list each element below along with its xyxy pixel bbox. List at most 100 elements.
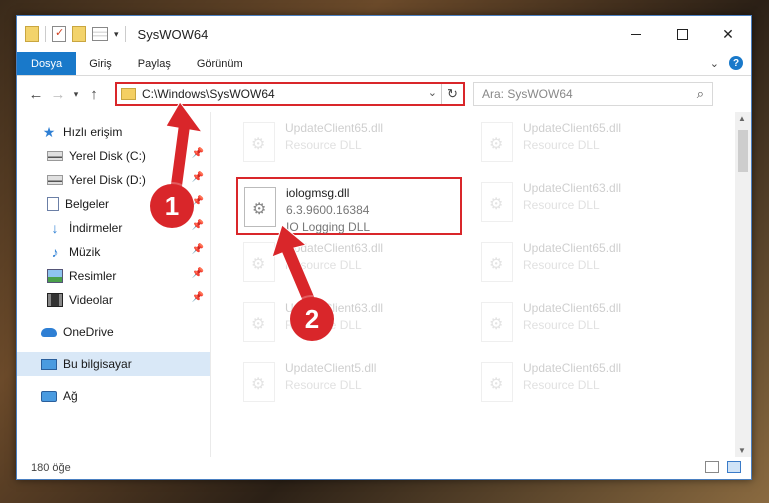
view-properties-icon[interactable]	[92, 27, 108, 41]
dll-file-icon	[481, 182, 513, 222]
window-controls: ✕	[613, 16, 751, 52]
file-name: UpdateClient5.dll	[285, 361, 377, 375]
dll-file-icon	[243, 302, 275, 342]
file-item[interactable]: UpdateClient65.dll Resource DLL	[475, 114, 701, 172]
tab-giris[interactable]: Giriş	[76, 52, 125, 75]
close-button[interactable]: ✕	[705, 16, 751, 52]
toolbar-divider	[45, 26, 46, 42]
help-icon[interactable]: ?	[729, 56, 743, 70]
address-bar[interactable]: C:\Windows\SysWOW64 ⌄ ↻	[115, 82, 465, 106]
sidebar-item-local-disk-d[interactable]: Yerel Disk (D:) 📌	[17, 168, 210, 192]
file-type: Resource DLL	[523, 258, 600, 272]
details-view-icon[interactable]	[705, 461, 719, 473]
file-item[interactable]: UpdateClient63.dll Resource DLL	[475, 174, 701, 232]
customize-toolbar-chevron-icon[interactable]: ▾	[114, 29, 119, 40]
videos-icon	[47, 293, 63, 307]
search-box[interactable]: ⌕	[473, 82, 713, 106]
scroll-up-icon[interactable]: ▲	[738, 114, 746, 123]
pin-icon[interactable]: 📌	[192, 172, 204, 183]
folder-small-icon	[25, 26, 39, 42]
file-type: Resource DLL	[523, 138, 600, 152]
tiles-view-icon[interactable]	[727, 461, 741, 473]
pin-icon[interactable]: 📌	[192, 148, 204, 159]
file-type: Resource DLL	[285, 378, 362, 392]
explorer-window: ▾ SysWOW64 ✕ Dosya Giriş Paylaş Görünüm …	[16, 15, 752, 480]
file-name: UpdateClient63.dll	[285, 241, 384, 255]
content-area: ★ Hızlı erişim Yerel Disk (C:) 📌 Yerel D…	[17, 112, 751, 457]
folder-icon	[121, 88, 136, 100]
file-type: Resource DLL	[285, 258, 362, 272]
window-title: SysWOW64	[137, 26, 209, 42]
file-type: Resource DLL	[523, 318, 600, 332]
pin-icon[interactable]: 📌	[192, 196, 204, 207]
scroll-down-icon[interactable]: ▼	[738, 446, 746, 455]
toolbar-divider	[124, 26, 126, 42]
file-item[interactable]: UpdateClient63.dll Resource DLL	[237, 294, 463, 352]
documents-icon	[47, 197, 59, 211]
dll-file-icon	[481, 362, 513, 402]
sidebar-item-label: Resimler	[69, 269, 117, 283]
back-arrow-icon[interactable]: ←	[25, 86, 47, 103]
file-item-selected[interactable]: iologmsg.dll 6.3.9600.16384 IO Logging D…	[236, 177, 462, 235]
file-name: UpdateClient65.dll	[523, 301, 622, 315]
sidebar-item-local-disk-c[interactable]: Yerel Disk (C:) 📌	[17, 144, 210, 168]
scrollbar-thumb[interactable]	[738, 130, 748, 172]
properties-icon[interactable]	[52, 26, 66, 42]
file-item[interactable]: UpdateClient65.dll Resource DLL	[475, 354, 701, 412]
file-item[interactable]: UpdateClient65.dll Resource DLL	[475, 294, 701, 352]
ribbon-tabs: Dosya Giriş Paylaş Görünüm ⌄ ?	[17, 52, 751, 76]
sidebar-item-label: Videolar	[69, 293, 113, 307]
refresh-icon[interactable]: ↻	[441, 84, 463, 104]
sidebar-item-label: Bu bilgisayar	[63, 357, 132, 371]
file-type: Resource DLL	[285, 318, 362, 332]
dll-file-icon	[243, 122, 275, 162]
recent-locations-chevron-icon[interactable]: ▾	[69, 89, 83, 100]
file-type: Resource DLL	[285, 138, 362, 152]
pin-icon[interactable]: 📌	[192, 244, 204, 255]
maximize-button[interactable]	[659, 16, 705, 52]
pin-icon[interactable]: 📌	[192, 292, 204, 303]
quick-access-toolbar: ▾	[25, 26, 126, 42]
pictures-icon	[47, 269, 63, 283]
sidebar-item-music[interactable]: ♪ Müzik 📌	[17, 240, 210, 264]
file-item[interactable]: UpdateClient65.dll Resource DLL	[237, 114, 463, 172]
navigation-bar: ← → ▾ ↑ C:\Windows\SysWOW64 ⌄ ↻ ⌕	[17, 76, 751, 112]
pin-icon[interactable]: 📌	[192, 220, 204, 231]
tab-gorunum[interactable]: Görünüm	[184, 52, 256, 75]
sidebar-item-pictures[interactable]: Resimler 📌	[17, 264, 210, 288]
status-bar: 180 öğe	[17, 457, 751, 479]
address-path[interactable]: C:\Windows\SysWOW64	[142, 87, 275, 101]
tab-paylas[interactable]: Paylaş	[125, 52, 184, 75]
vertical-scrollbar[interactable]: ▲ ▼	[735, 112, 751, 457]
ribbon-right-controls: ⌄ ?	[710, 56, 743, 70]
sidebar-item-label: Ağ	[63, 389, 78, 403]
sidebar-item-videos[interactable]: Videolar 📌	[17, 288, 210, 312]
tab-dosya[interactable]: Dosya	[17, 52, 77, 75]
sidebar-item-this-pc[interactable]: Bu bilgisayar	[17, 352, 210, 376]
item-count: 180 öğe	[31, 462, 71, 474]
view-switcher	[705, 461, 741, 473]
sidebar-item-quick-access[interactable]: ★ Hızlı erişim	[17, 120, 210, 144]
sidebar-item-downloads[interactable]: ↓ İndirmeler 📌	[17, 216, 210, 240]
file-name: UpdateClient65.dll	[523, 361, 622, 375]
chevron-down-icon[interactable]: ⌄	[710, 57, 719, 70]
file-item[interactable]: UpdateClient5.dll Resource DLL	[237, 354, 463, 412]
disk-icon	[47, 175, 63, 185]
file-item[interactable]: UpdateClient65.dll Resource DLL	[475, 234, 701, 292]
dll-file-icon	[243, 362, 275, 402]
new-folder-icon[interactable]	[72, 26, 86, 42]
file-name: UpdateClient65.dll	[285, 121, 384, 135]
file-item[interactable]: UpdateClient63.dll Resource DLL	[237, 234, 463, 292]
file-version: 6.3.9600.16384	[286, 203, 370, 217]
up-arrow-icon[interactable]: ↑	[83, 86, 105, 103]
forward-arrow-icon[interactable]: →	[47, 86, 69, 103]
address-history-chevron-icon[interactable]: ⌄	[428, 86, 437, 99]
network-icon	[41, 390, 57, 402]
sidebar-item-network[interactable]: Ağ	[17, 384, 210, 408]
minimize-button[interactable]	[613, 16, 659, 52]
search-input[interactable]	[482, 87, 682, 101]
sidebar-item-onedrive[interactable]: OneDrive	[17, 320, 210, 344]
pin-icon[interactable]: 📌	[192, 268, 204, 279]
file-name: UpdateClient63.dll	[523, 181, 622, 195]
sidebar-item-documents[interactable]: Belgeler 📌	[17, 192, 210, 216]
